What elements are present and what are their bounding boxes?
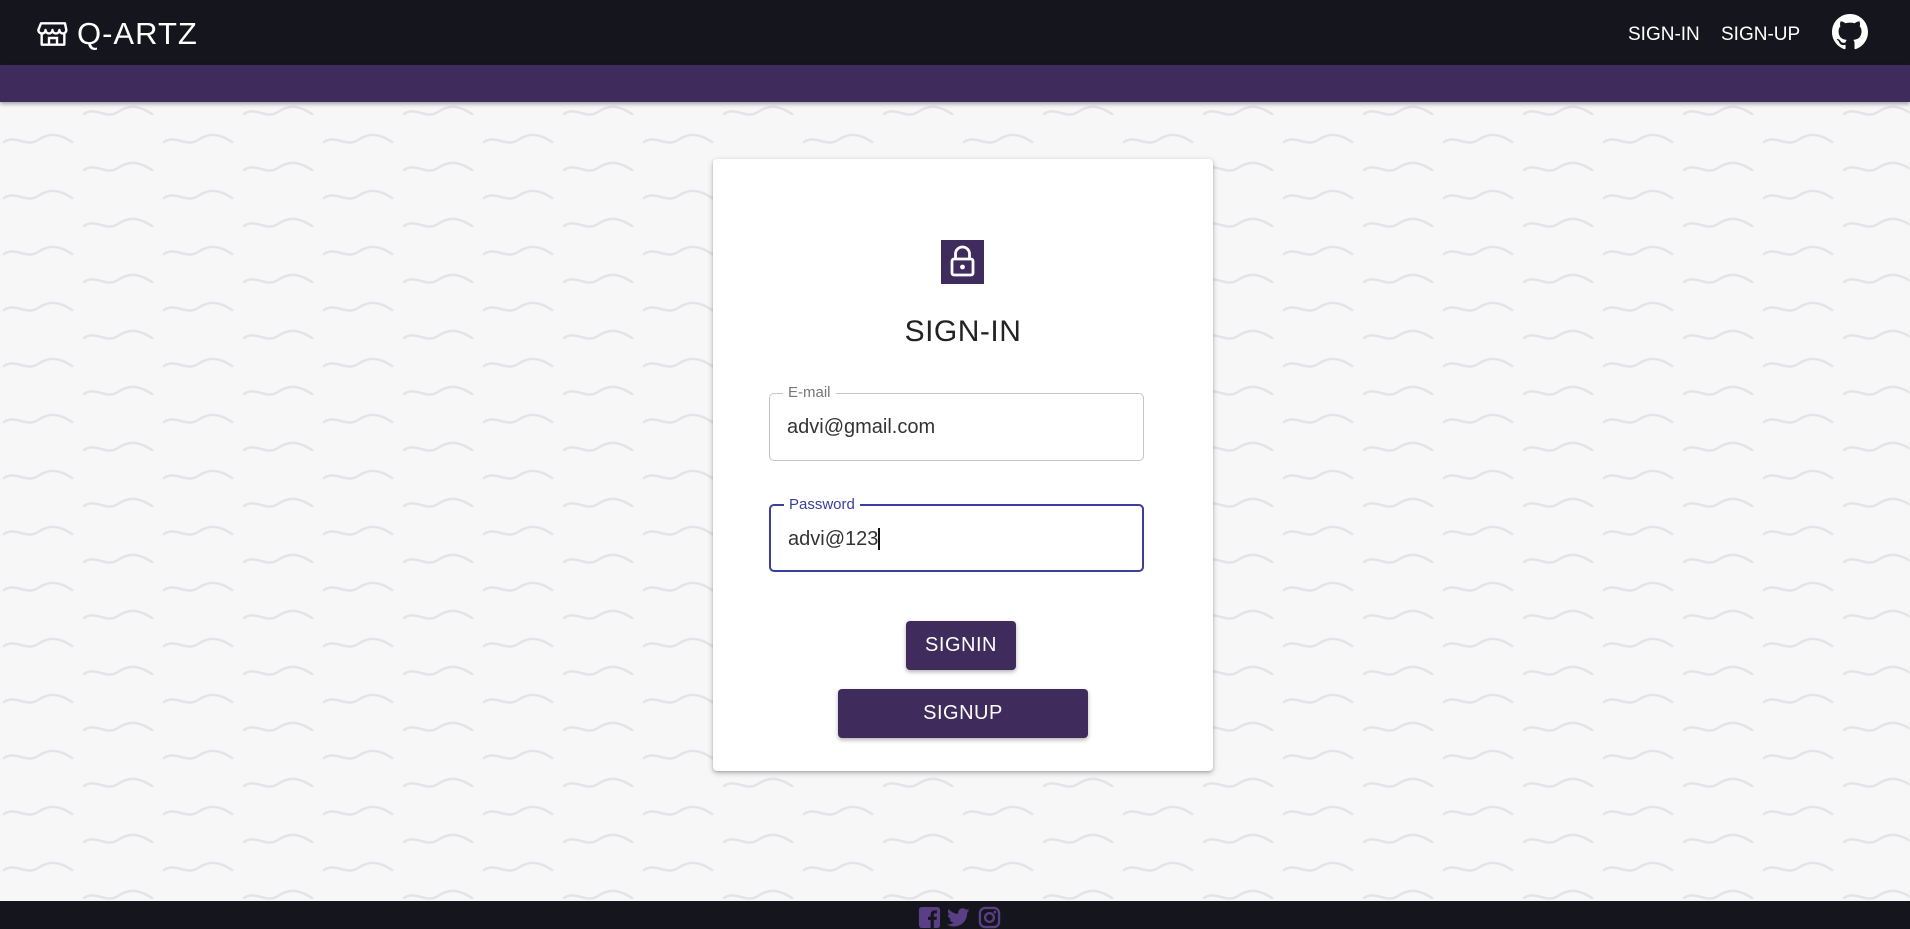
github-icon[interactable] <box>1832 14 1868 50</box>
email-input[interactable] <box>787 412 1127 442</box>
store-icon <box>37 22 68 46</box>
signin-card: SIGN-IN E-mail Password SIGNIN SIGNUP <box>713 159 1213 771</box>
brand-link[interactable]: Q-ARTZ <box>37 18 198 50</box>
email-field: E-mail <box>769 385 1144 461</box>
nav-signin-link[interactable]: SIGN-IN <box>1628 24 1700 46</box>
lock-icon <box>950 245 975 277</box>
password-label: Password <box>784 497 860 513</box>
email-label: E-mail <box>783 385 836 401</box>
twitter-icon[interactable] <box>947 906 970 929</box>
accent-bar <box>0 65 1910 102</box>
text-caret <box>878 528 880 550</box>
footer <box>0 901 1910 929</box>
password-field: Password <box>769 497 1144 572</box>
signup-button[interactable]: SIGNUP <box>838 689 1088 738</box>
top-navbar: Q-ARTZ SIGN-IN SIGN-UP <box>0 0 1910 65</box>
password-input[interactable] <box>788 524 1128 554</box>
lock-avatar <box>941 240 984 284</box>
brand-name: Q-ARTZ <box>77 16 198 51</box>
signin-button[interactable]: SIGNIN <box>906 621 1016 670</box>
facebook-icon[interactable] <box>918 906 941 929</box>
nav-signup-link[interactable]: SIGN-UP <box>1721 24 1800 46</box>
page-title: SIGN-IN <box>904 315 1022 348</box>
instagram-icon[interactable] <box>978 906 1001 929</box>
